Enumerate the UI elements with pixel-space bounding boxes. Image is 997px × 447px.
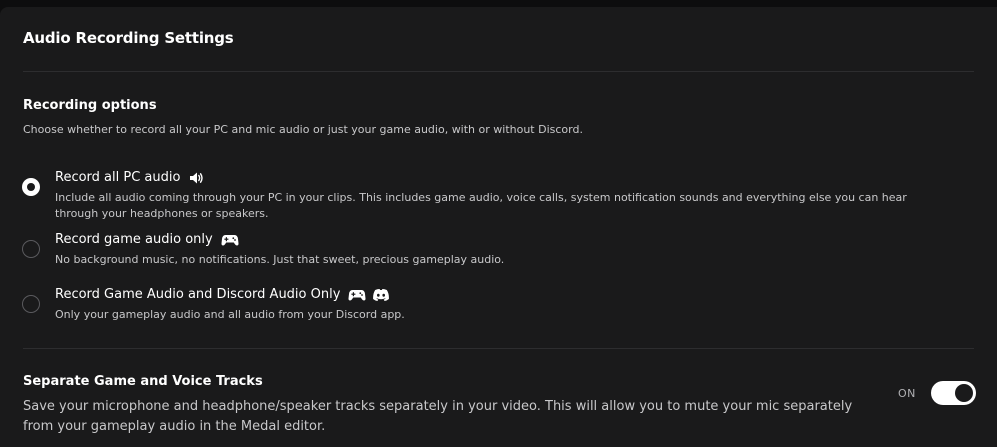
audio-settings-panel: Audio Recording Settings Recording optio… bbox=[0, 7, 997, 447]
option-label-row: Record game audio only bbox=[55, 232, 239, 247]
page-title: Audio Recording Settings bbox=[23, 29, 234, 47]
option-description: Only your gameplay audio and all audio f… bbox=[55, 308, 405, 321]
option-label: Record all PC audio bbox=[55, 170, 181, 185]
separate-tracks-toggle[interactable] bbox=[930, 381, 976, 405]
gamepad-icon bbox=[348, 288, 366, 302]
option-label-row: Record Game Audio and Discord Audio Only bbox=[55, 287, 390, 302]
separate-tracks-toggle-group: ON bbox=[898, 381, 976, 405]
toggle-state-label: ON bbox=[898, 386, 916, 400]
recording-options-title: Recording options bbox=[23, 98, 157, 113]
radio-record-game-audio-only[interactable] bbox=[22, 240, 40, 258]
toggle-knob bbox=[954, 384, 973, 402]
speaker-icon bbox=[188, 171, 204, 185]
separate-tracks-description: Save your microphone and headphone/speak… bbox=[23, 399, 853, 434]
option-description: Include all audio coming through your PC… bbox=[55, 191, 907, 220]
section-divider bbox=[23, 348, 974, 349]
discord-icon bbox=[372, 288, 390, 302]
gamepad-icon bbox=[221, 233, 239, 247]
radio-record-game-and-discord-audio[interactable] bbox=[22, 295, 40, 313]
header-divider bbox=[23, 71, 974, 72]
option-description: No background music, no notifications. J… bbox=[55, 253, 505, 266]
radio-record-all-pc-audio[interactable] bbox=[22, 178, 40, 196]
recording-options-description: Choose whether to record all your PC and… bbox=[23, 123, 583, 136]
option-label-row: Record all PC audio bbox=[55, 170, 204, 185]
option-label: Record Game Audio and Discord Audio Only bbox=[55, 287, 341, 302]
option-label: Record game audio only bbox=[55, 232, 213, 247]
separate-tracks-title: Separate Game and Voice Tracks bbox=[23, 374, 263, 389]
